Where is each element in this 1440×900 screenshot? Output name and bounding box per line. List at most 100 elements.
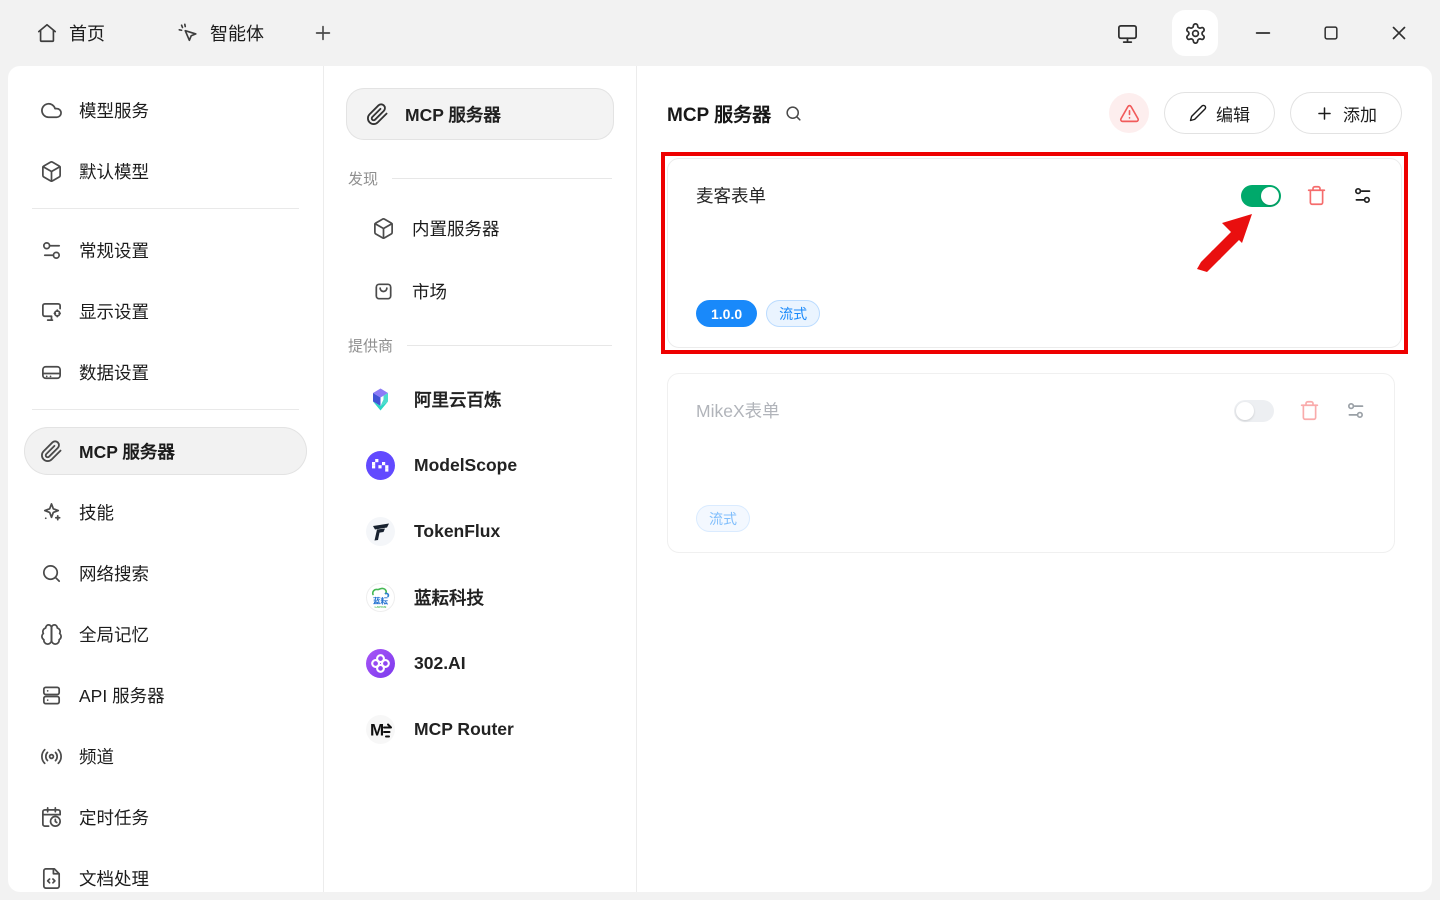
sidebar-item-label: MCP 服务器: [79, 439, 175, 464]
sidebar-item-mcp-servers[interactable]: MCP 服务器: [24, 427, 307, 475]
nav-item-marketplace[interactable]: 市场: [346, 267, 614, 315]
sidebar-item-api-server[interactable]: API 服务器: [24, 671, 307, 719]
section-title: 发现: [348, 168, 378, 189]
nav-item-label: MCP 服务器: [405, 102, 501, 127]
cloud-icon: [40, 99, 63, 122]
close-button[interactable]: [1376, 10, 1422, 56]
provider-modelscope[interactable]: ModelScope: [346, 432, 614, 498]
search-icon[interactable]: [784, 104, 803, 123]
tab-home[interactable]: 首页: [36, 20, 105, 46]
enable-toggle[interactable]: [1241, 185, 1281, 207]
section-discover: 发现: [348, 168, 612, 189]
provider-302ai[interactable]: 302.AI: [346, 630, 614, 696]
delete-icon[interactable]: [1306, 185, 1327, 206]
server-settings-icon[interactable]: [1345, 400, 1366, 421]
window-controls: [1082, 10, 1422, 56]
maximize-button[interactable]: [1308, 10, 1354, 56]
card-tags: 1.0.0 流式: [696, 300, 1373, 327]
sliders-icon: [40, 239, 63, 262]
302ai-logo: [366, 649, 395, 678]
provider-label: 302.AI: [414, 653, 466, 674]
sidebar-item-label: API 服务器: [79, 683, 165, 708]
mcp-content: MCP 服务器 编辑 添加: [637, 66, 1432, 892]
warning-badge[interactable]: [1109, 93, 1149, 133]
settings-button[interactable]: [1172, 10, 1218, 56]
bailian-logo: [366, 385, 395, 414]
section-divider: [407, 345, 612, 346]
section-providers: 提供商: [348, 335, 612, 356]
mcp-nav-column: MCP 服务器 发现 内置服务器 市场 提供商 阿里云百炼: [323, 66, 637, 892]
nav-item-builtin-servers[interactable]: 内置服务器: [346, 204, 614, 252]
sidebar-item-display-settings[interactable]: 显示设置: [24, 287, 307, 335]
sidebar-item-label: 定时任务: [79, 805, 149, 830]
search-icon: [40, 562, 63, 585]
section-title: 提供商: [348, 335, 393, 356]
add-button[interactable]: 添加: [1290, 92, 1402, 134]
card-actions: [1241, 185, 1373, 207]
gear-icon: [1184, 22, 1207, 45]
display-mode-button[interactable]: [1104, 10, 1150, 56]
provider-tokenflux[interactable]: TokenFlux: [346, 498, 614, 564]
sidebar-item-model-services[interactable]: 模型服务: [24, 86, 307, 134]
sidebar-item-label: 网络搜索: [79, 561, 149, 586]
nav-item-mcp-servers-selected[interactable]: MCP 服务器: [346, 88, 614, 140]
mcprouter-logo: M: [366, 715, 395, 744]
settings-window: 模型服务 默认模型 常规设置 显示设置 数据设置 MCP 服务器 技能: [8, 66, 1432, 892]
tokenflux-logo: [366, 517, 395, 546]
edit-button[interactable]: 编辑: [1164, 92, 1275, 134]
tab-agents[interactable]: 智能体: [177, 20, 264, 46]
alert-triangle-icon: [1119, 103, 1140, 124]
server-card[interactable]: MikeX表单 流式: [667, 373, 1395, 553]
server-settings-icon[interactable]: [1352, 185, 1373, 206]
close-icon: [1388, 22, 1410, 44]
sidebar-item-skills[interactable]: 技能: [24, 488, 307, 536]
section-divider: [392, 178, 612, 179]
sidebar-item-web-search[interactable]: 网络搜索: [24, 549, 307, 597]
sidebar-item-label: 技能: [79, 500, 114, 525]
file-code-icon: [40, 867, 63, 890]
svg-text:蓝耘: 蓝耘: [373, 595, 388, 605]
delete-icon[interactable]: [1299, 400, 1320, 421]
card-actions: [1234, 400, 1366, 422]
sidebar-item-channels[interactable]: 频道: [24, 732, 307, 780]
sidebar-item-scheduled-tasks[interactable]: 定时任务: [24, 793, 307, 841]
svg-text:M: M: [370, 720, 384, 739]
minimize-button[interactable]: [1240, 10, 1286, 56]
server-name: MikeX表单: [696, 398, 780, 423]
card-tags: 流式: [696, 505, 1366, 532]
sidebar-item-label: 文档处理: [79, 866, 149, 891]
server-icon: [40, 684, 63, 707]
nav-item-label: 市场: [412, 279, 447, 304]
sidebar-item-label: 数据设置: [79, 360, 149, 385]
hard-drive-icon: [40, 361, 63, 384]
sidebar-item-data-settings[interactable]: 数据设置: [24, 348, 307, 396]
sidebar-item-default-models[interactable]: 默认模型: [24, 147, 307, 195]
stream-badge: 流式: [766, 300, 820, 327]
mcp-icon: [40, 440, 63, 463]
sidebar-item-document-processing[interactable]: 文档处理: [24, 854, 307, 892]
enable-toggle[interactable]: [1234, 400, 1274, 422]
plus-icon: [312, 22, 334, 44]
monitor-icon: [1116, 22, 1139, 45]
tab-agents-label: 智能体: [210, 20, 264, 46]
sparkles-icon: [40, 501, 63, 524]
lanyun-logo: 蓝耘LANYUN: [366, 583, 395, 612]
new-tab-button[interactable]: [312, 22, 334, 44]
sidebar-item-general-settings[interactable]: 常规设置: [24, 226, 307, 274]
nav-item-label: 内置服务器: [412, 216, 500, 241]
content-header: MCP 服务器 编辑 添加: [667, 90, 1402, 136]
provider-mcp-router[interactable]: M MCP Router: [346, 696, 614, 762]
mcp-icon: [366, 103, 389, 126]
provider-bailian[interactable]: 阿里云百炼: [346, 366, 614, 432]
sidebar-item-global-memory[interactable]: 全局记忆: [24, 610, 307, 658]
toggle-knob: [1261, 187, 1279, 205]
provider-lanyun[interactable]: 蓝耘LANYUN 蓝耘科技: [346, 564, 614, 630]
edit-button-label: 编辑: [1216, 101, 1250, 126]
server-card-wrap: 麦客表单 1.0.0 流式: [667, 158, 1402, 348]
sidebar-divider: [32, 208, 299, 209]
tab-home-label: 首页: [69, 20, 105, 46]
server-card[interactable]: 麦客表单 1.0.0 流式: [667, 158, 1402, 348]
sidebar-item-label: 频道: [79, 744, 114, 769]
display-settings-icon: [40, 300, 63, 323]
package-icon: [372, 217, 395, 240]
